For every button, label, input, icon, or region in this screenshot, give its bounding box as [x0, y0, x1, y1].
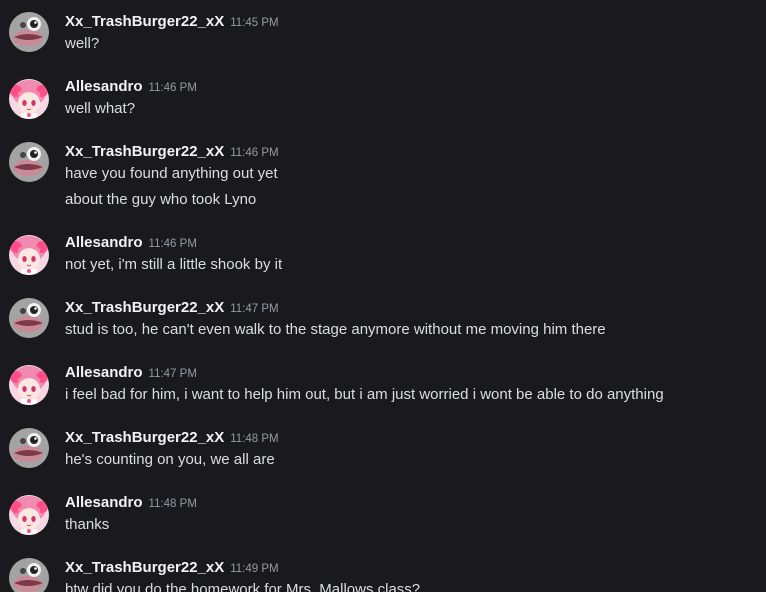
- lips-avatar-icon[interactable]: [9, 558, 49, 592]
- username[interactable]: Allesandro: [65, 234, 143, 251]
- timestamp: 11:48 PM: [230, 433, 279, 445]
- lips-avatar-icon[interactable]: [9, 298, 49, 338]
- message-header: Xx_TrashBurger22_xX 11:48 PM: [65, 428, 279, 448]
- message-header: Xx_TrashBurger22_xX 11:46 PM: [65, 142, 279, 162]
- pink-anime-girl-avatar-icon[interactable]: [9, 495, 49, 535]
- username[interactable]: Allesandro: [65, 78, 143, 95]
- message-text: he's counting on you, we all are: [65, 451, 275, 468]
- chat-message-list: Xx_TrashBurger22_xX 11:45 PM well? Allesa…: [0, 0, 766, 592]
- timestamp: 11:49 PM: [230, 563, 279, 575]
- pink-anime-girl-avatar-icon[interactable]: [9, 235, 49, 275]
- username[interactable]: Allesandro: [65, 364, 143, 381]
- message-text: have you found anything out yet: [65, 165, 278, 182]
- timestamp: 11:46 PM: [148, 238, 197, 250]
- message-header: Allesandro 11:46 PM: [65, 77, 197, 97]
- timestamp: 11:47 PM: [148, 368, 197, 380]
- pink-anime-girl-avatar-icon[interactable]: [9, 79, 49, 119]
- lips-avatar-icon[interactable]: [9, 142, 49, 182]
- message-header: Xx_TrashBurger22_xX 11:45 PM: [65, 12, 279, 32]
- timestamp: 11:46 PM: [148, 82, 197, 94]
- message-header: Allesandro 11:48 PM: [65, 493, 197, 513]
- lips-avatar-icon[interactable]: [9, 12, 49, 52]
- username[interactable]: Xx_TrashBurger22_xX: [65, 429, 224, 446]
- timestamp: 11:48 PM: [148, 498, 197, 510]
- pink-anime-girl-avatar-icon[interactable]: [9, 365, 49, 405]
- message-header: Xx_TrashBurger22_xX 11:47 PM: [65, 298, 279, 318]
- message-text: i feel bad for him, i want to help him o…: [65, 386, 664, 403]
- timestamp: 11:46 PM: [230, 147, 279, 159]
- message-text: stud is too, he can't even walk to the s…: [65, 321, 606, 338]
- timestamp: 11:47 PM: [230, 303, 279, 315]
- message-text: about the guy who took Lyno: [65, 191, 257, 208]
- message-text: well?: [65, 35, 100, 52]
- username[interactable]: Allesandro: [65, 494, 143, 511]
- message-header: Xx_TrashBurger22_xX 11:49 PM: [65, 558, 279, 578]
- message-text: well what?: [65, 100, 136, 117]
- lips-avatar-icon[interactable]: [9, 428, 49, 468]
- message-text: btw did you do the homework for Mrs. Mal…: [65, 581, 421, 592]
- username[interactable]: Xx_TrashBurger22_xX: [65, 13, 224, 30]
- message-header: Allesandro 11:46 PM: [65, 233, 197, 253]
- message-text: not yet, i'm still a little shook by it: [65, 256, 283, 273]
- username[interactable]: Xx_TrashBurger22_xX: [65, 299, 224, 316]
- username[interactable]: Xx_TrashBurger22_xX: [65, 143, 224, 160]
- message-text: thanks: [65, 516, 110, 533]
- timestamp: 11:45 PM: [230, 17, 279, 29]
- username[interactable]: Xx_TrashBurger22_xX: [65, 559, 224, 576]
- message-header: Allesandro 11:47 PM: [65, 363, 197, 383]
